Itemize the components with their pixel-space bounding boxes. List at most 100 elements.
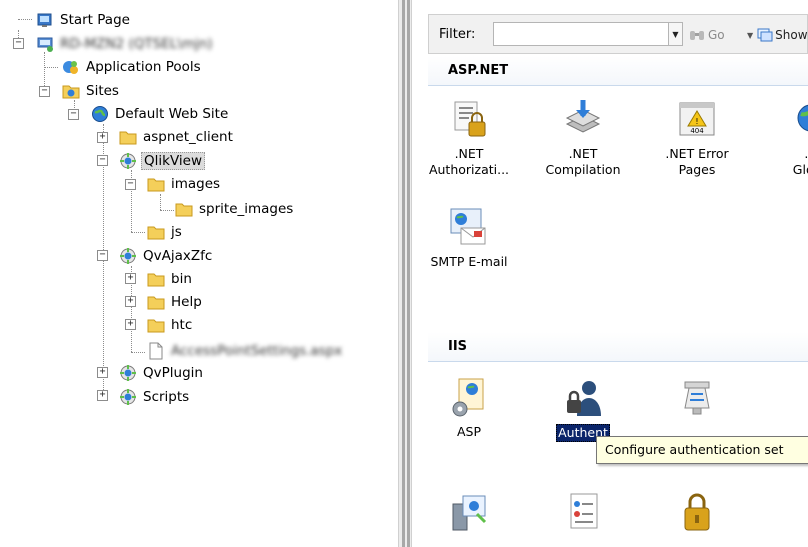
filter-toolbar: Filter: ▼ Go ▼ Show: [428, 14, 808, 54]
folder-icon: [147, 319, 165, 333]
feature-partial[interactable]: [766, 376, 808, 424]
filter-input[interactable]: [493, 22, 669, 46]
folder-icon: [119, 131, 137, 145]
tree-item-aspnet-client[interactable]: aspnet_client: [119, 126, 235, 148]
tree-item-images[interactable]: images: [147, 173, 222, 195]
expand-qvplugin-toggle[interactable]: +: [97, 367, 108, 378]
cgi-icon: [452, 495, 487, 531]
splitter-grip: [402, 0, 405, 547]
sites-folder-icon: [62, 85, 80, 99]
tree-item-server[interactable]: RD-MZN2 (QTSEL\mjn): [36, 33, 215, 55]
collapse-server-toggle[interactable]: −: [13, 38, 24, 49]
expand-bin-toggle[interactable]: +: [125, 273, 136, 284]
tree-item-label: aspnet_client: [143, 129, 233, 145]
folder-icon: [147, 273, 165, 287]
expand-scripts-toggle[interactable]: +: [97, 390, 108, 401]
tree-item-qvplugin[interactable]: QvPlugin: [119, 362, 205, 384]
tree-item-label: js: [171, 224, 182, 240]
tree-item-htc[interactable]: htc: [147, 314, 194, 336]
tree-item-sites[interactable]: Sites: [62, 80, 121, 102]
error-pages-icon: !404: [679, 102, 715, 136]
show-button[interactable]: ▼ Show: [747, 25, 808, 45]
pane-splitter[interactable]: [398, 0, 412, 547]
tree-item-settings-file[interactable]: AccessPointSettings.aspx: [147, 340, 344, 362]
svg-text:404: 404: [690, 127, 704, 135]
tree-item-label: htc: [171, 317, 193, 333]
start-page-icon: [37, 13, 52, 27]
feature-ssl-settings[interactable]: [652, 490, 742, 538]
tree-item-label: sprite_images: [199, 201, 294, 217]
feature-cgi[interactable]: [424, 490, 514, 538]
go-button[interactable]: Go: [689, 25, 725, 45]
collapse-images-toggle[interactable]: −: [125, 179, 136, 190]
feature-compression[interactable]: [652, 376, 742, 424]
filter-label: Filter:: [439, 27, 476, 42]
feature-label: Compilation: [545, 162, 621, 177]
feature-default-document[interactable]: [538, 490, 628, 538]
feature-label: ASP: [456, 424, 482, 439]
tree-item-qlikview[interactable]: QlikView: [119, 150, 205, 172]
compression-icon: [684, 381, 710, 415]
tree-item-bin[interactable]: bin: [147, 268, 194, 290]
tree-item-label: Sites: [86, 83, 119, 99]
feature-asp[interactable]: ASP: [424, 376, 514, 440]
group-header-iis[interactable]: IIS: [428, 332, 808, 362]
connections-tree: − − − + − − − + + + + + Start Page RD-MZ…: [0, 0, 398, 547]
file-icon: [149, 342, 163, 360]
folder-icon: [147, 178, 165, 192]
expand-aspnet-client-toggle[interactable]: +: [97, 132, 108, 143]
feature-label: Authorizati...: [428, 162, 510, 177]
server-icon: [37, 37, 53, 52]
feature-net-authorization[interactable]: .NET Authorizati...: [424, 98, 514, 178]
collapse-default-web-site-toggle[interactable]: −: [68, 109, 79, 120]
expand-htc-toggle[interactable]: +: [125, 319, 136, 330]
tree-item-label: AccessPointSettings.aspx: [171, 343, 343, 359]
tree-item-label: QvPlugin: [143, 365, 203, 381]
feature-net-compilation[interactable]: .NET Compilation: [538, 98, 628, 178]
feature-smtp-email[interactable]: SMTP E-mail: [424, 206, 514, 270]
globalization-icon: [797, 104, 808, 132]
tree-item-label: Default Web Site: [115, 106, 229, 122]
asp-icon: [452, 378, 484, 417]
tree-item-label: RD-MZN2 (QTSEL\mjn): [60, 36, 213, 52]
ssl-lock-icon: [684, 493, 710, 531]
smtp-email-icon: [450, 208, 486, 245]
feature-label: SMTP E-mail: [430, 254, 508, 269]
expand-help-toggle[interactable]: +: [125, 296, 136, 307]
tree-item-sprite-images[interactable]: sprite_images: [175, 198, 295, 220]
tree-item-qvajaxzfc[interactable]: QvAjaxZfc: [119, 245, 214, 267]
feature-label: .NET Error: [665, 146, 729, 161]
collapse-qlikview-toggle[interactable]: −: [97, 155, 108, 166]
authorization-rules-icon: [454, 101, 486, 137]
binoculars-icon: [690, 31, 704, 40]
chevron-down-icon: ▼: [747, 30, 754, 40]
splitter-grip: [407, 0, 410, 547]
group-header-aspnet[interactable]: ASP.NET: [428, 56, 808, 86]
tree-item-scripts[interactable]: Scripts: [119, 386, 191, 408]
web-app-icon: [120, 248, 136, 264]
tree-item-label: QlikView: [141, 152, 205, 170]
feature-net-globalization[interactable]: .N Globa: [766, 98, 808, 178]
feature-authentication[interactable]: Authent: [538, 376, 628, 442]
partial-icon: [789, 376, 808, 420]
tree-item-label: Application Pools: [86, 59, 201, 75]
filter-dropdown-button[interactable]: ▼: [669, 22, 683, 46]
app-pools-icon: [63, 61, 78, 74]
features-view: Filter: ▼ Go ▼ Show ASP.NET .NET Authori…: [412, 0, 808, 547]
tree-item-help[interactable]: Help: [147, 291, 204, 313]
tree-item-application-pools[interactable]: Application Pools: [62, 56, 203, 78]
feature-net-error-pages[interactable]: ! 404 .NET Error Pages: [652, 98, 742, 178]
collapse-qvajaxzfc-toggle[interactable]: −: [97, 250, 108, 261]
tree-item-default-web-site[interactable]: Default Web Site: [91, 103, 230, 125]
feature-label: Pages: [678, 162, 716, 177]
collapse-sites-toggle[interactable]: −: [39, 86, 50, 97]
tree-item-label: QvAjaxZfc: [143, 248, 213, 264]
folder-icon: [147, 226, 165, 240]
show-label: Show: [775, 28, 808, 42]
tree-item-js[interactable]: js: [147, 221, 184, 243]
authentication-icon: [567, 381, 601, 416]
folder-icon: [147, 296, 165, 310]
svg-text:!: !: [695, 117, 698, 126]
web-app-icon: [120, 153, 136, 169]
tree-item-start-page[interactable]: Start Page: [36, 9, 132, 31]
